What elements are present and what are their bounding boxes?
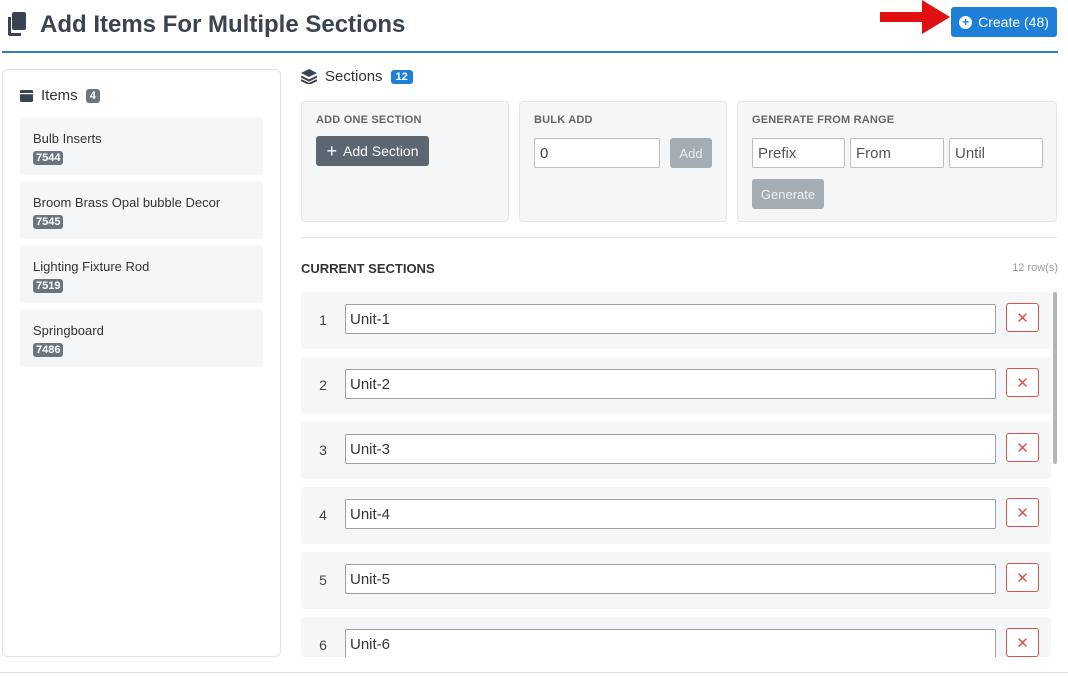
delete-section-button[interactable]: ✕: [1006, 303, 1039, 332]
row-number: 3: [319, 442, 327, 458]
section-row: 3 ✕: [301, 422, 1051, 479]
section-name-input[interactable]: [345, 499, 996, 529]
create-button[interactable]: + Create (48): [951, 7, 1057, 37]
section-name-input[interactable]: [345, 369, 996, 399]
add-one-section-label: ADD ONE SECTION: [316, 114, 422, 126]
plus-icon: +: [326, 141, 337, 161]
sections-heading: Sections 12: [301, 68, 413, 85]
add-section-button[interactable]: + Add Section: [316, 136, 429, 166]
section-row: 6 ✕: [301, 617, 1051, 657]
add-one-section-box: ADD ONE SECTION + Add Section: [301, 101, 509, 222]
copy-icon: [8, 12, 26, 36]
item-card[interactable]: Bulb Inserts 7544: [20, 118, 263, 175]
rows-count: 12 row(s): [1012, 262, 1058, 274]
section-name-input[interactable]: [345, 629, 996, 657]
create-button-label: Create (48): [978, 14, 1049, 30]
bulk-add-box: BULK ADD Add: [519, 101, 727, 222]
row-number: 4: [319, 507, 327, 523]
items-count-badge: 4: [85, 88, 100, 103]
item-id-badge: 7544: [33, 151, 64, 165]
section-name-input[interactable]: [345, 564, 996, 594]
items-label: Items: [41, 87, 78, 104]
item-name: Springboard: [33, 323, 104, 338]
close-icon: ✕: [1016, 634, 1029, 652]
bulk-add-button[interactable]: Add: [670, 138, 712, 168]
prefix-input[interactable]: [752, 138, 845, 168]
item-card[interactable]: Broom Brass Opal bubble Decor 7545: [20, 182, 263, 239]
generate-range-box: GENERATE FROM RANGE Generate: [737, 101, 1057, 222]
section-name-input[interactable]: [345, 434, 996, 464]
layers-icon: [301, 69, 317, 84]
sections-scrollbar[interactable]: [1053, 292, 1057, 464]
section-row: 2 ✕: [301, 357, 1051, 414]
close-icon: ✕: [1016, 374, 1029, 392]
section-name-input[interactable]: [345, 304, 996, 334]
item-name: Bulb Inserts: [33, 131, 102, 146]
generate-range-label: GENERATE FROM RANGE: [752, 114, 895, 126]
page-header: Add Items For Multiple Sections + Create…: [0, 0, 1068, 54]
items-panel: Items 4 Bulb Inserts 7544 Broom Brass Op…: [2, 69, 281, 657]
page-title: Add Items For Multiple Sections: [40, 11, 406, 38]
item-id-badge: 7519: [33, 279, 64, 293]
bulk-add-input[interactable]: [534, 138, 660, 168]
red-arrow-indicator: [880, 0, 950, 34]
section-row: 4 ✕: [301, 487, 1051, 544]
row-number: 6: [319, 637, 327, 653]
add-section-label: Add Section: [343, 143, 419, 159]
delete-section-button[interactable]: ✕: [1006, 563, 1039, 592]
item-card[interactable]: Lighting Fixture Rod 7519: [20, 246, 263, 303]
header-divider: [2, 51, 1058, 53]
row-number: 5: [319, 572, 327, 588]
bulk-add-label: BULK ADD: [534, 114, 593, 126]
item-card[interactable]: Springboard 7486: [20, 310, 263, 367]
item-id-badge: 7545: [33, 215, 64, 229]
sections-label: Sections: [325, 68, 383, 85]
current-sections-label: CURRENT SECTIONS: [301, 261, 435, 276]
item-name: Lighting Fixture Rod: [33, 259, 150, 274]
until-input[interactable]: [949, 138, 1043, 168]
section-row: 1 ✕: [301, 292, 1051, 349]
item-id-badge: 7486: [33, 343, 64, 357]
item-name: Broom Brass Opal bubble Decor: [33, 195, 221, 210]
plus-circle-icon: +: [959, 15, 973, 29]
close-icon: ✕: [1016, 439, 1029, 457]
generate-button[interactable]: Generate: [752, 179, 824, 209]
footer-divider: [0, 672, 1068, 673]
close-icon: ✕: [1016, 569, 1029, 587]
sections-divider: [301, 237, 1057, 238]
close-icon: ✕: [1016, 504, 1029, 522]
box-icon: [20, 89, 33, 102]
from-input[interactable]: [850, 138, 944, 168]
delete-section-button[interactable]: ✕: [1006, 433, 1039, 462]
close-icon: ✕: [1016, 309, 1029, 327]
items-heading: Items 4: [20, 87, 100, 104]
section-row: 5 ✕: [301, 552, 1051, 609]
delete-section-button[interactable]: ✕: [1006, 628, 1039, 657]
sections-count-badge: 12: [390, 69, 413, 84]
row-number: 1: [319, 312, 327, 328]
delete-section-button[interactable]: ✕: [1006, 368, 1039, 397]
row-number: 2: [319, 377, 327, 393]
delete-section-button[interactable]: ✕: [1006, 498, 1039, 527]
